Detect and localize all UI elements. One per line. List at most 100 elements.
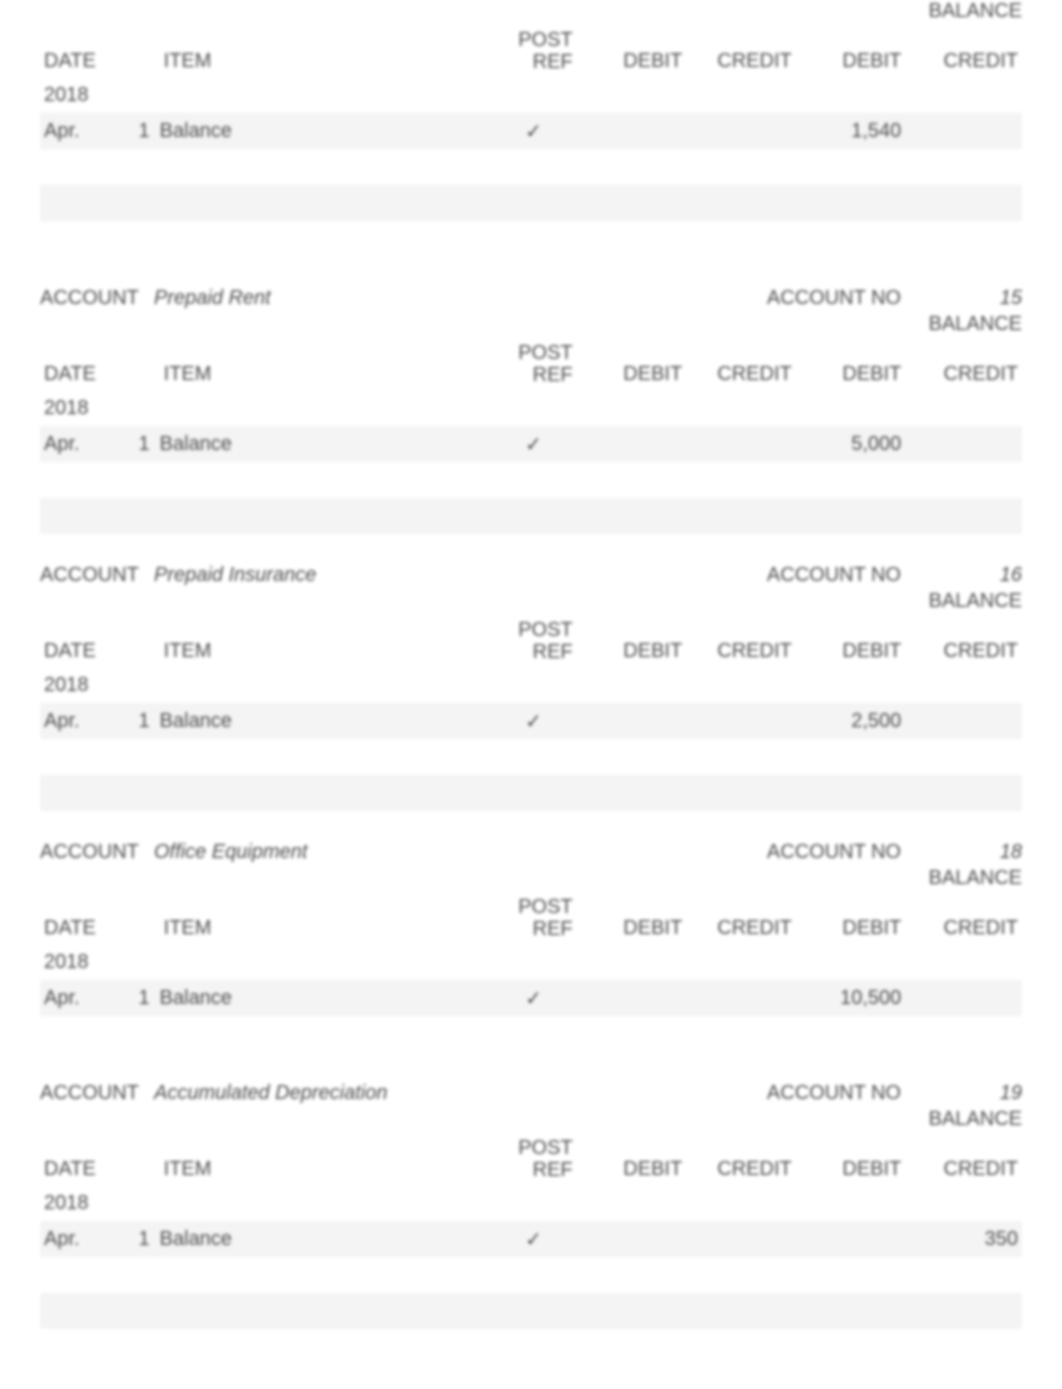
ledger-account: ACCOUNTPrepaid InsuranceACCOUNT NO16BALA… [40,564,1022,811]
cell-day [105,77,156,113]
table-row: Apr.1Balance✓10,500 [40,980,1022,1016]
col-balance-debit: DEBIT [796,338,906,390]
account-no-label: ACCOUNT NO [767,1082,907,1105]
account-name: Office Equipment [154,841,767,864]
cell-debit [577,739,687,775]
col-date: DATE [40,25,156,77]
cell-credit [686,221,796,257]
cell-month: 2018 [40,1185,105,1221]
account-name: Prepaid Rent [154,287,767,310]
table-row: 2018 [40,1185,1022,1221]
cell-balance-debit [796,77,906,113]
cell-day [105,185,156,221]
cell-balance-credit [905,149,1022,185]
cell-balance-credit [905,980,1022,1016]
cell-debit [577,149,687,185]
col-item: ITEM [156,1133,491,1185]
col-credit: CREDIT [686,615,796,667]
table-row: Apr.1Balance✓350 [40,1221,1022,1257]
cell-month: 2018 [40,390,105,426]
cell-debit [577,1257,687,1293]
col-debit: DEBIT [577,1133,687,1185]
cell-post-ref [490,1016,576,1052]
account-number: 15 [907,287,1022,310]
cell-credit [686,703,796,739]
cell-balance-debit [796,1257,906,1293]
cell-item: Balance [156,426,491,462]
account-no-label: ACCOUNT NO [767,841,907,864]
cell-balance-credit [905,944,1022,980]
cell-balance-debit [796,1293,906,1329]
cell-day [105,1185,156,1221]
col-date: DATE [40,338,156,390]
cell-balance-credit [905,739,1022,775]
col-balance-debit: DEBIT [796,25,906,77]
cell-month [40,462,105,498]
cell-post-ref [490,944,576,980]
col-item: ITEM [156,892,491,944]
cell-debit [577,1185,687,1221]
cell-balance-debit [796,775,906,811]
account-label: ACCOUNT [40,1082,154,1105]
cell-balance-credit [905,1293,1022,1329]
cell-post-ref [490,498,576,534]
cell-item [156,77,491,113]
cell-balance-debit: 10,500 [796,980,906,1016]
cell-item [156,667,491,703]
col-item: ITEM [156,615,491,667]
cell-day [105,1016,156,1052]
cell-post-ref [490,185,576,221]
cell-day [105,1293,156,1329]
cell-balance-credit [905,1257,1022,1293]
cell-post-ref [490,1185,576,1221]
ledger-table: DATEITEMPOST REFDEBITCREDITDEBITCREDIT20… [40,25,1022,257]
cell-post-ref [490,667,576,703]
cell-post-ref [490,149,576,185]
table-row: Apr.1Balance✓1,540 [40,113,1022,149]
cell-item [156,185,491,221]
col-debit: DEBIT [577,338,687,390]
cell-year-text: 2018 [44,1192,89,1214]
cell-item [156,149,491,185]
cell-month-text: Apr. [44,710,80,732]
cell-balance-debit [796,1185,906,1221]
cell-item [156,390,491,426]
cell-balance-debit [796,149,906,185]
cell-balance-debit [796,1221,906,1257]
col-date: DATE [40,615,156,667]
cell-item [156,498,491,534]
cell-item [156,462,491,498]
cell-month-text: Apr. [44,120,80,142]
cell-balance-credit [905,667,1022,703]
cell-balance-debit [796,221,906,257]
cell-debit [577,113,687,149]
col-post-ref: POST REF [490,338,576,390]
cell-month: Apr. [40,980,105,1016]
col-post-ref-text: POST REF [494,896,572,940]
cell-post-ref: ✓ [490,980,576,1016]
cell-debit [577,221,687,257]
cell-month-text: Apr. [44,433,80,455]
cell-balance-debit: 2,500 [796,703,906,739]
cell-balance-debit [796,739,906,775]
cell-post-ref [490,77,576,113]
cell-debit [577,775,687,811]
cell-credit [686,1257,796,1293]
col-post-ref: POST REF [490,892,576,944]
table-row: 2018 [40,390,1022,426]
cell-month [40,1257,105,1293]
cell-post-ref [490,1257,576,1293]
col-post-ref-text: POST REF [494,1137,572,1181]
account-number: 16 [907,564,1022,587]
cell-item: Balance [156,113,491,149]
table-row [40,1257,1022,1293]
balance-supertitle: BALANCE [40,590,1022,613]
table-row [40,1293,1022,1329]
cell-month-text: Apr. [44,987,80,1009]
col-debit: DEBIT [577,615,687,667]
cell-balance-debit [796,390,906,426]
col-post-ref: POST REF [490,615,576,667]
cell-balance-debit [796,667,906,703]
cell-balance-credit [905,113,1022,149]
cell-month: Apr. [40,426,105,462]
